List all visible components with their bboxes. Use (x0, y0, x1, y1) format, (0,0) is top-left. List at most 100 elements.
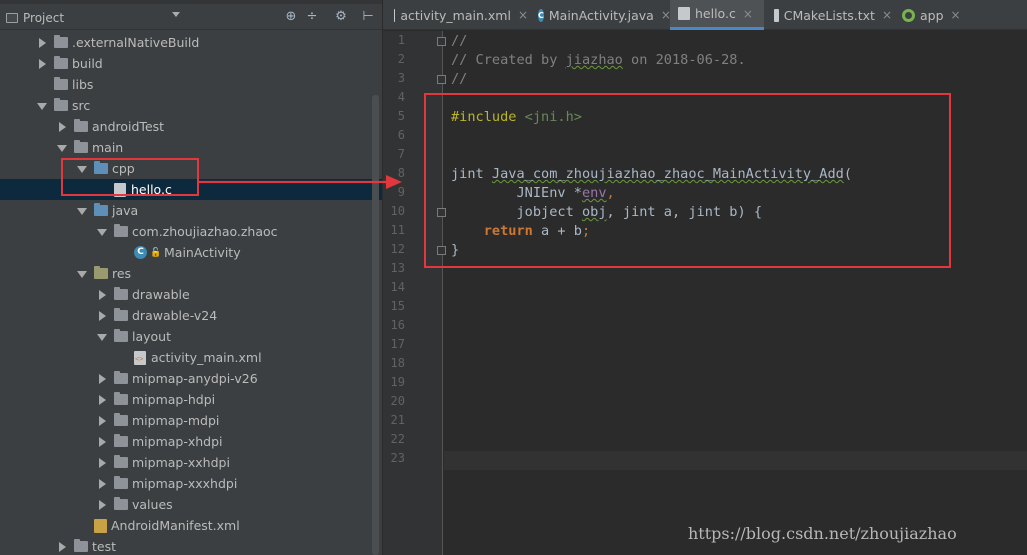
chevron-down-icon[interactable] (96, 226, 108, 238)
line-number: 11 (390, 223, 405, 237)
folder-icon (114, 434, 128, 447)
line-number: 2 (397, 52, 405, 66)
tree-item[interactable]: mipmap-xxhdpi (0, 452, 370, 473)
hide-icon[interactable]: ⊢ (360, 9, 376, 25)
close-icon[interactable]: × (743, 7, 753, 21)
fold-marker-icon[interactable] (437, 75, 446, 84)
chevron-down-icon[interactable] (76, 205, 88, 217)
line-number: 19 (390, 375, 405, 389)
code-token: on 2018-06-28. (622, 52, 746, 68)
chevron-right-icon[interactable] (96, 436, 108, 448)
folder-icon (114, 308, 128, 321)
line-number: 3 (397, 71, 405, 85)
tree-item[interactable]: mipmap-mdpi (0, 410, 370, 431)
tree-item[interactable]: main (0, 137, 370, 158)
chevron-right-icon[interactable] (96, 394, 108, 406)
chevron-right-icon[interactable] (96, 289, 108, 301)
line-number: 7 (397, 147, 405, 161)
tree-scrollbar[interactable] (372, 95, 379, 555)
chevron-down-icon[interactable] (56, 142, 68, 154)
project-panel: Project ⊕ ÷ ⚙ ⊢ .externalNativeBuild buil… (0, 0, 382, 555)
chevron-down-icon[interactable] (76, 268, 88, 280)
tree-item[interactable]: mipmap-xhdpi (0, 431, 370, 452)
close-icon[interactable]: × (882, 8, 892, 22)
folder-icon (74, 539, 88, 552)
panel-top-strip (0, 0, 382, 4)
folder-icon (114, 287, 128, 300)
code-token: // (451, 33, 468, 49)
tree-item[interactable]: drawable-v24 (0, 305, 370, 326)
tab-label: app (920, 7, 944, 23)
project-view-label: Project (23, 11, 65, 25)
tab-cmakelists-txt[interactable]: CMakeLists.txt × (766, 0, 892, 30)
line-number: 17 (390, 337, 405, 351)
tree-item[interactable]: test (0, 536, 370, 555)
tree-item[interactable]: activity_main.xml (0, 347, 370, 368)
chevron-right-icon[interactable] (96, 415, 108, 427)
tree-item-label: MainActivity (164, 245, 241, 260)
tree-item[interactable]: layout (0, 326, 370, 347)
tree-item-label: test (92, 539, 117, 554)
line-number: 14 (390, 280, 405, 294)
close-icon[interactable]: × (951, 8, 961, 22)
chevron-right-icon[interactable] (56, 541, 68, 553)
tab-activity-main-xml[interactable]: activity_main.xml × (386, 0, 528, 30)
access-badge-icon: 🔓 (150, 247, 162, 258)
code-token: jiazhao (565, 52, 623, 68)
tree-item[interactable]: androidTest (0, 116, 370, 137)
globe-icon[interactable]: ⊕ (283, 9, 299, 25)
tree-item[interactable]: build (0, 53, 370, 74)
line-number: 10 (390, 204, 405, 218)
tree-item[interactable]: mipmap-anydpi-v26 (0, 368, 370, 389)
tab-label: hello.c (695, 6, 736, 21)
c-file-icon (678, 7, 690, 20)
split-icon[interactable]: ÷ (304, 9, 320, 25)
tree-item[interactable]: mipmap-hdpi (0, 389, 370, 410)
tree-item-label: res (112, 266, 132, 281)
tab-app[interactable]: app × (894, 0, 970, 30)
gear-icon[interactable]: ⚙ (333, 9, 349, 25)
chevron-right-icon[interactable] (36, 37, 48, 49)
java-class-icon: C (538, 8, 544, 22)
chevron-right-icon[interactable] (96, 499, 108, 511)
chevron-down-icon[interactable] (96, 331, 108, 343)
tab-hello-c[interactable]: hello.c × (670, 0, 764, 30)
line-number: 4 (397, 90, 405, 104)
folder-icon (114, 413, 128, 426)
tree-item[interactable]: java (0, 200, 370, 221)
tree-item-label: com.zhoujiazhao.zhaoc (132, 224, 278, 239)
tree-item-label: src (72, 98, 91, 113)
fold-marker-icon[interactable] (437, 37, 446, 46)
project-view-selector[interactable]: Project (6, 11, 64, 25)
tree-item[interactable]: drawable (0, 284, 370, 305)
tree-item[interactable]: libs (0, 74, 370, 95)
folder-icon (114, 392, 128, 405)
annotation-box-code (424, 93, 951, 268)
code-token: // Created by (451, 52, 566, 68)
chevron-right-icon[interactable] (96, 457, 108, 469)
chevron-right-icon[interactable] (96, 373, 108, 385)
close-icon[interactable]: × (518, 8, 528, 22)
chevron-right-icon[interactable] (36, 58, 48, 70)
folder-icon (114, 371, 128, 384)
tab-label: MainActivity.java (548, 7, 654, 23)
tree-item-label: mipmap-mdpi (132, 413, 220, 428)
line-number: 21 (390, 413, 405, 427)
chevron-right-icon[interactable] (96, 310, 108, 322)
chevron-right-icon[interactable] (96, 478, 108, 490)
code-line: // (451, 71, 467, 87)
tree-item[interactable]: res (0, 263, 370, 284)
chevron-down-icon[interactable] (36, 100, 48, 112)
tree-item[interactable]: C 🔓 MainActivity (0, 242, 370, 263)
tab-mainactivity-java[interactable]: C MainActivity.java × (530, 0, 671, 30)
tree-item[interactable]: values (0, 494, 370, 515)
tree-item[interactable]: com.zhoujiazhao.zhaoc (0, 221, 370, 242)
tree-item[interactable]: AndroidManifest.xml (0, 515, 370, 536)
tree-item[interactable]: src (0, 95, 370, 116)
java-class-icon: C (134, 246, 147, 259)
tree-item-label: main (92, 140, 124, 155)
chevron-down-icon[interactable] (172, 12, 180, 17)
tree-item[interactable]: .externalNativeBuild (0, 32, 370, 53)
tree-item[interactable]: mipmap-xxxhdpi (0, 473, 370, 494)
chevron-right-icon[interactable] (56, 121, 68, 133)
